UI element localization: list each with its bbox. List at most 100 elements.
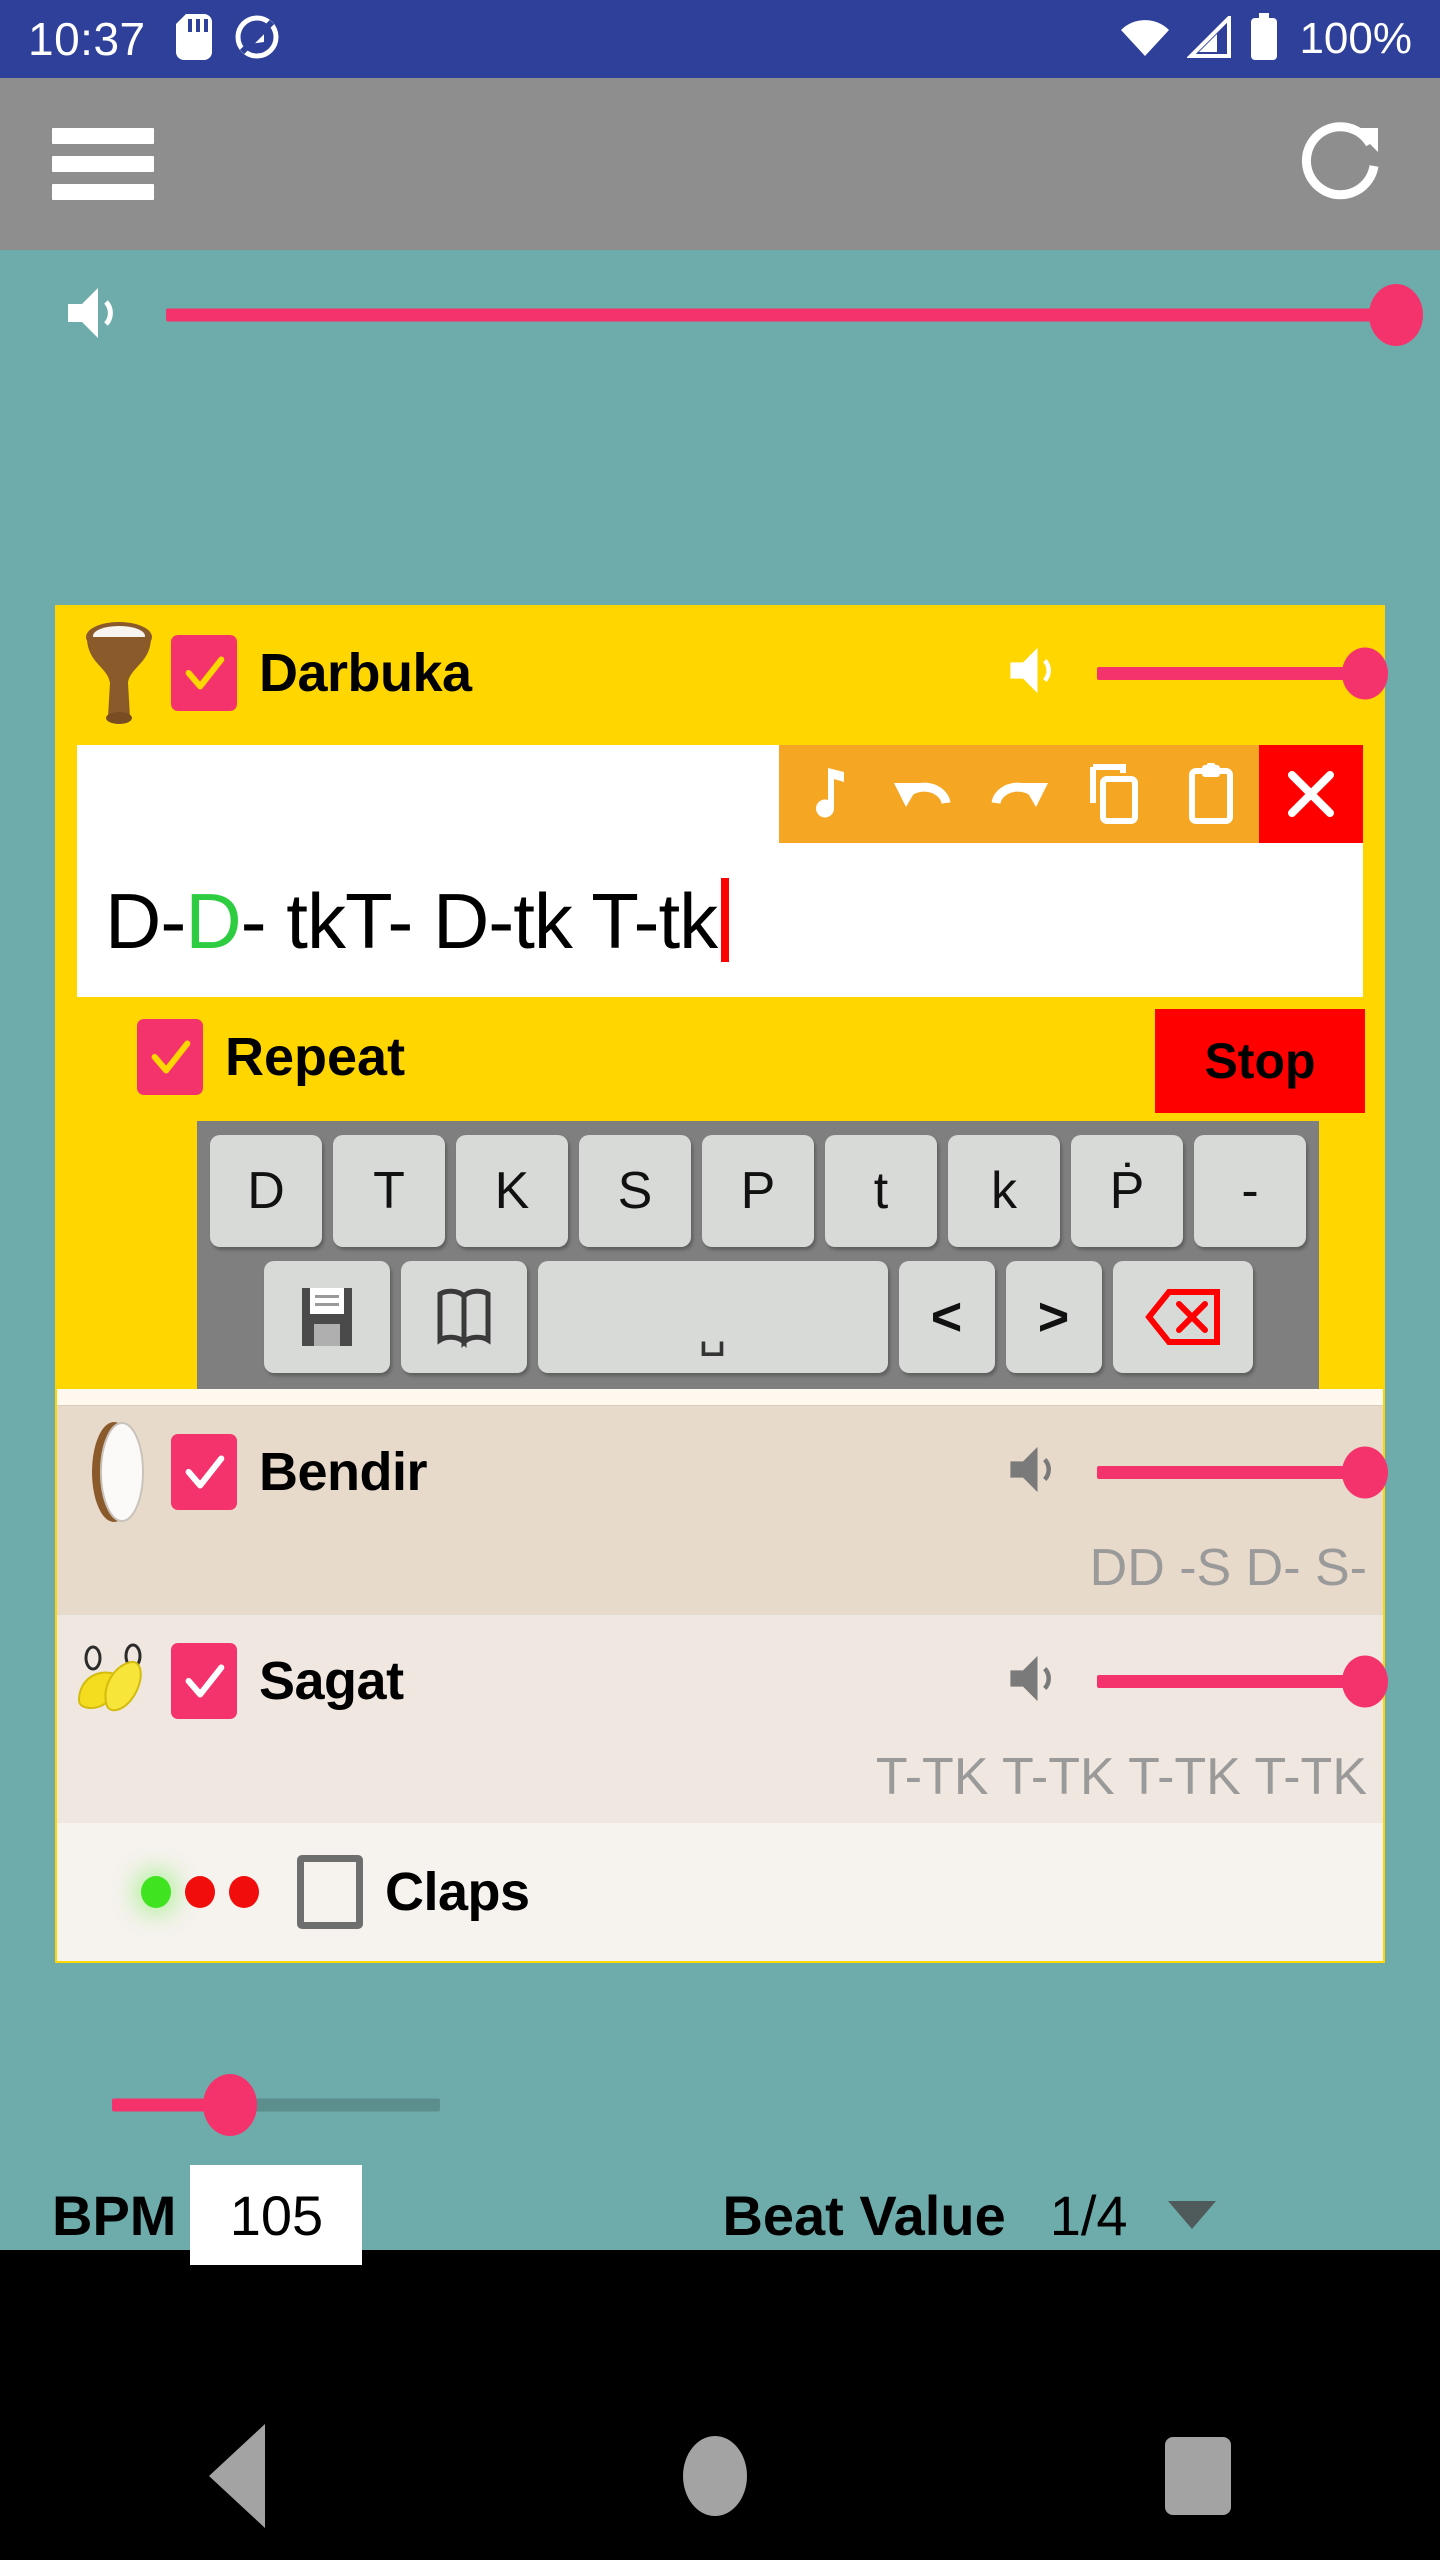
speaker-icon (1005, 1442, 1061, 1503)
beat-dot-active (141, 1876, 171, 1908)
speaker-icon (1005, 643, 1061, 704)
bpm-slider[interactable] (112, 2074, 440, 2136)
key-D[interactable]: D (210, 1135, 322, 1247)
key-P[interactable]: P (702, 1135, 814, 1247)
master-volume-slider[interactable] (166, 284, 1423, 346)
tempo-row: BPM 105 Beat Value 1/4 (0, 2155, 1440, 2275)
home-icon[interactable] (683, 2436, 747, 2516)
key-T[interactable]: T (333, 1135, 445, 1247)
repeat-checkbox[interactable] (137, 1019, 203, 1095)
app-bar (0, 78, 1440, 250)
keyboard-row-letters: D T K S P t k Ṗ - (209, 1135, 1307, 1247)
paste-icon[interactable] (1163, 745, 1259, 843)
beat-indicator-dots (141, 1876, 259, 1908)
darbuka-header: Darbuka (57, 607, 1388, 739)
key-S[interactable]: S (579, 1135, 691, 1247)
status-bar: 10:37 100% (0, 0, 1440, 78)
bpm-label: BPM (52, 2183, 177, 2247)
pattern-after: - tkT- D-tk T-tk (240, 877, 719, 965)
pattern-before: D- (105, 877, 186, 965)
sagat-cymbals-icon (67, 1636, 171, 1726)
beat-value-label: Beat Value (722, 2183, 1006, 2247)
stop-button[interactable]: Stop (1155, 1009, 1365, 1113)
page-body: Darbuka D-D- tkT- D-tk T-tk Repeat Stop … (0, 250, 1440, 2560)
key-P-acute[interactable]: Ṗ (1071, 1135, 1183, 1247)
master-volume-row (0, 270, 1440, 360)
book-icon[interactable] (400, 1261, 527, 1373)
copy-icon[interactable] (1067, 745, 1163, 843)
darbuka-volume-group (1005, 643, 1388, 704)
beat-dot (185, 1876, 215, 1908)
darbuka-enable-checkbox[interactable] (171, 635, 237, 711)
beat-value-selected[interactable]: 1/4 (1050, 2183, 1128, 2248)
app-screen: 10:37 100% Darbuka D-D- tkT- D-tk T-tk R… (0, 0, 1440, 2560)
refresh-icon[interactable] (1292, 114, 1388, 215)
instrument-bendir[interactable]: Bendir DD -S D- S- (57, 1405, 1388, 1614)
darbuka-drum-icon (67, 619, 171, 727)
chevron-down-icon[interactable] (1167, 2201, 1216, 2229)
bpm-input[interactable]: 105 (190, 2165, 363, 2265)
close-icon[interactable] (1259, 745, 1363, 843)
backspace-icon[interactable] (1112, 1261, 1253, 1373)
battery-icon (1249, 12, 1279, 66)
android-nav-bar (0, 2392, 1440, 2560)
save-icon[interactable] (263, 1261, 390, 1373)
sagat-label: Sagat (259, 1651, 404, 1711)
space-key[interactable]: ␣ (537, 1261, 888, 1373)
sagat-enable-checkbox[interactable] (171, 1643, 237, 1719)
note-icon[interactable] (779, 745, 875, 843)
sagat-volume-slider[interactable] (1097, 1653, 1388, 1709)
claps-enable-checkbox[interactable] (297, 1855, 363, 1929)
bendir-frame-drum-icon (67, 1416, 171, 1528)
instrument-card: Darbuka D-D- tkT- D-tk T-tk Repeat Stop … (55, 605, 1388, 1963)
key-t-lower[interactable]: t (825, 1135, 937, 1247)
repeat-label: Repeat (225, 1027, 406, 1087)
key-k-lower[interactable]: k (948, 1135, 1060, 1247)
bendir-label: Bendir (259, 1442, 428, 1502)
sd-card-icon (175, 13, 212, 65)
darbuka-volume-slider[interactable] (1097, 645, 1388, 701)
speaker-icon (62, 282, 124, 349)
instrument-sagat[interactable]: Sagat T-TK T-TK T-TK T-TK (57, 1614, 1388, 1823)
undo-icon[interactable] (875, 745, 971, 843)
pattern-keyboard: D T K S P t k Ṗ - ␣ < > (197, 1121, 1319, 1389)
hamburger-menu-icon[interactable] (52, 128, 154, 200)
redo-icon[interactable] (971, 745, 1067, 843)
space-key-label: ␣ (698, 1306, 727, 1356)
bendir-header: Bendir (57, 1406, 1388, 1538)
speaker-icon (1005, 1651, 1061, 1712)
instrument-claps[interactable]: Claps (57, 1823, 1383, 1961)
key-K[interactable]: K (456, 1135, 568, 1247)
key-dash[interactable]: - (1194, 1135, 1306, 1247)
pattern-text[interactable]: D-D- tkT- D-tk T-tk (105, 876, 730, 967)
pattern-edit-toolbar (779, 745, 1363, 843)
keyboard-row-actions: ␣ < > (209, 1261, 1307, 1373)
cursor-left-key[interactable]: < (898, 1261, 995, 1373)
status-bar-left-icons (175, 13, 280, 65)
recents-icon[interactable] (1165, 2437, 1231, 2515)
cursor-right-key[interactable]: > (1005, 1261, 1102, 1373)
darbuka-label: Darbuka (259, 643, 472, 703)
app-notification-icon (234, 14, 280, 65)
text-caret (721, 878, 730, 962)
cellular-signal-icon (1186, 12, 1233, 63)
sagat-pattern[interactable]: T-TK T-TK T-TK T-TK (57, 1747, 1383, 1823)
instrument-darbuka: Darbuka D-D- tkT- D-tk T-tk Repeat Stop … (57, 607, 1388, 1389)
claps-label: Claps (385, 1862, 530, 1922)
status-bar-clock: 10:37 (28, 13, 146, 65)
status-bar-right-icons: 100% (1119, 12, 1412, 66)
battery-percent-label: 100% (1299, 14, 1412, 63)
sagat-volume-group (1005, 1651, 1388, 1712)
bendir-pattern[interactable]: DD -S D- S- (57, 1538, 1383, 1614)
repeat-row: Repeat Stop (57, 997, 1383, 1117)
bendir-volume-group (1005, 1442, 1388, 1503)
beat-dot (229, 1876, 259, 1908)
bendir-enable-checkbox[interactable] (171, 1434, 237, 1510)
darbuka-pattern-editor[interactable]: D-D- tkT- D-tk T-tk (77, 745, 1363, 997)
sagat-header: Sagat (57, 1615, 1388, 1747)
pattern-highlight: D (185, 877, 241, 965)
back-icon[interactable] (209, 2424, 265, 2528)
wifi-icon (1119, 16, 1171, 63)
bendir-volume-slider[interactable] (1097, 1444, 1388, 1500)
bpm-slider-row (0, 2074, 1440, 2145)
